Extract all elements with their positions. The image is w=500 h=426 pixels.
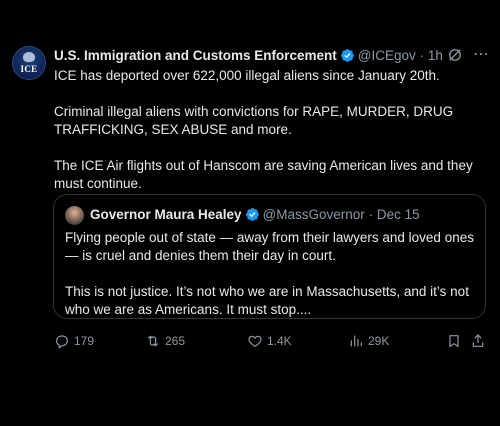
views-button[interactable]: 29K — [348, 331, 389, 351]
reply-icon — [56, 335, 68, 349]
grok-icon[interactable] — [446, 46, 464, 64]
post-header: U.S. Immigration and Customs Enforcement… — [54, 47, 443, 65]
ice-avatar[interactable]: ICE — [12, 46, 46, 80]
repost-icon — [147, 335, 159, 347]
seal-emblem — [23, 52, 35, 62]
quoted-post[interactable]: Governor Maura Healey @MassGovernor · Dec… — [53, 194, 486, 319]
post-paragraph: ICE has deported over 622,000 illegal al… — [54, 68, 440, 83]
quote-body: Flying people out of state — away from t… — [65, 229, 477, 337]
post-paragraph: The ICE Air flights out of Hanscom are s… — [54, 158, 473, 191]
verified-badge-icon — [340, 49, 354, 62]
ice-post[interactable]: ICE U.S. Immigration and Customs Enforce… — [0, 0, 500, 426]
post-paragraph: Criminal illegal aliens with convictions… — [54, 104, 454, 137]
reply-count: 179 — [74, 334, 95, 348]
bookmark-button[interactable] — [446, 331, 462, 351]
like-icon — [248, 335, 262, 348]
views-count: 29K — [368, 334, 390, 348]
quote-author-handle: @MassGovernor — [262, 207, 365, 222]
avatar-text: ICE — [20, 64, 38, 74]
verified-badge-icon — [245, 208, 259, 221]
share-icon — [472, 334, 484, 347]
author-name[interactable]: U.S. Immigration and Customs Enforcement — [54, 48, 337, 63]
healey-avatar — [65, 206, 84, 225]
bookmark-icon — [449, 335, 459, 348]
quote-author-name: Governor Maura Healey — [90, 207, 242, 222]
quote-paragraph: Flying people out of state — away from t… — [65, 230, 474, 263]
quote-header: Governor Maura Healey @MassGovernor · Dec… — [90, 206, 420, 224]
more-icon[interactable]: ⋯ — [471, 46, 491, 66]
like-count: 1.4K — [267, 334, 292, 348]
like-button[interactable]: 1.4K — [247, 331, 292, 351]
views-icon — [350, 335, 362, 347]
repost-count: 265 — [165, 334, 186, 348]
separator-dot: · — [368, 207, 374, 222]
share-button[interactable] — [470, 331, 486, 351]
separator-dot: · — [419, 48, 425, 63]
post-time[interactable]: 1h — [428, 48, 443, 63]
reply-button[interactable]: 179 — [54, 331, 94, 351]
action-bar: 179 265 1.4K 29K — [54, 331, 490, 351]
quote-time: Dec 15 — [376, 207, 420, 222]
post-body: ICE has deported over 622,000 illegal al… — [54, 67, 490, 211]
author-handle[interactable]: @ICEgov — [358, 48, 416, 63]
quote-paragraph: This is not justice. It’s not who we are… — [65, 284, 469, 317]
repost-button[interactable]: 265 — [145, 331, 185, 351]
